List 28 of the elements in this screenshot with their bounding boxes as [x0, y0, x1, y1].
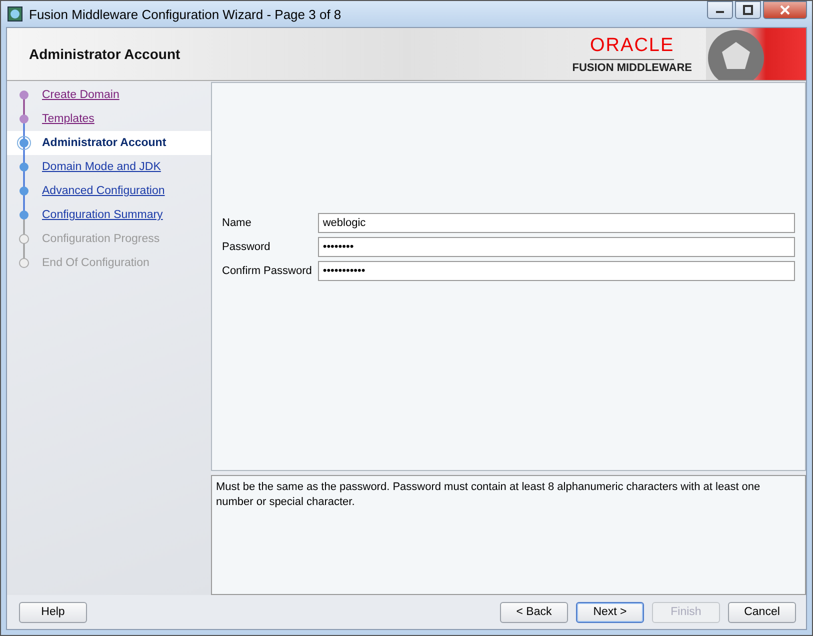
field-label: Password [222, 240, 272, 252]
app-icon [7, 6, 23, 22]
field-label: Name [222, 216, 252, 228]
wizard-button[interactable]: Cancel [728, 602, 796, 622]
step-item[interactable]: Advanced Configuration [7, 179, 211, 203]
page-title: Administrator Account [28, 46, 180, 62]
step-item[interactable]: Administrator Account [7, 131, 211, 155]
help-text: Must be the same as the password. Password must contain at least 8 alphanumeric characters with at least one number or special character. [216, 480, 762, 510]
field-label: Confirm Password [222, 264, 312, 276]
minimize-button[interactable] [707, 1, 733, 19]
step-item[interactable]: Create Domain [7, 83, 211, 107]
close-icon [780, 5, 790, 15]
step-item[interactable]: Templates [7, 107, 211, 131]
input-field[interactable]: ••••••••••• [318, 260, 795, 280]
maximize-icon [743, 5, 753, 15]
wizard-button[interactable]: < Back [500, 602, 568, 622]
pentagon-icon [706, 28, 766, 80]
wizard-button[interactable]: Next > [576, 602, 644, 622]
logo-text: ORACLE [590, 34, 674, 60]
close-button[interactable] [763, 1, 807, 19]
step-item[interactable]: Domain Mode and JDK [7, 155, 211, 179]
help-button[interactable]: Help [19, 602, 87, 622]
input-field[interactable]: •••••••• [318, 236, 795, 256]
step-item[interactable]: Configuration Summary [7, 203, 211, 227]
maximize-button[interactable] [735, 1, 761, 19]
logo-subtitle: FUSION MIDDLEWARE [572, 62, 692, 74]
window-title: Fusion Middleware Configuration Wizard - Page 3 of 8 [29, 6, 342, 22]
input-field[interactable]: weblogic [318, 212, 795, 232]
